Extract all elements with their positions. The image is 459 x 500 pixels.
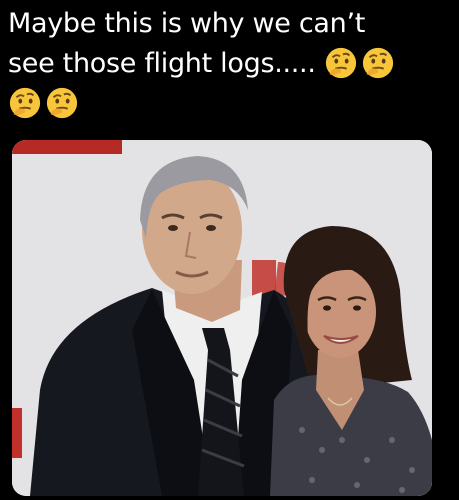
meme-photo: [12, 140, 432, 496]
thinking-face-icon: [362, 47, 394, 79]
caption-line-1: Maybe this is why we can’t: [8, 8, 366, 39]
backdrop-logo-left: [12, 408, 22, 458]
caption-line-2: see those flight logs.....: [8, 48, 316, 79]
meme-caption: Maybe this is why we can’t see those fli…: [8, 4, 453, 124]
event-photo-illustration: [12, 140, 432, 496]
thinking-face-icon: [46, 87, 78, 119]
thinking-face-icon: [325, 47, 357, 79]
thinking-face-icon: [9, 87, 41, 119]
backdrop-logo-top: [12, 140, 122, 154]
